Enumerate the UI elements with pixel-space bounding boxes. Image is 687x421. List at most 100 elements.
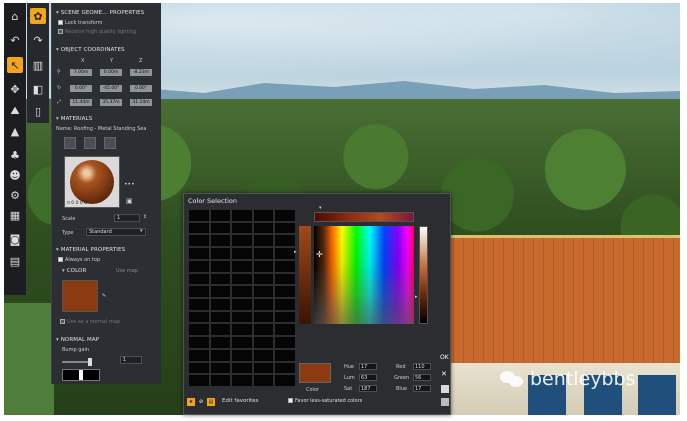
use-map-toggle[interactable]: Use map bbox=[116, 268, 138, 274]
rotation-z-field[interactable]: 0.00° bbox=[130, 85, 152, 92]
palette-swatch[interactable] bbox=[189, 273, 209, 285]
palette-swatch[interactable] bbox=[253, 375, 274, 386]
palette-swatch[interactable] bbox=[275, 210, 295, 221]
normal-map-preview[interactable] bbox=[62, 369, 100, 381]
material-pick-icon[interactable] bbox=[64, 137, 76, 149]
section-materials[interactable]: MATERIALS bbox=[56, 116, 92, 122]
palette-swatch[interactable] bbox=[275, 311, 295, 323]
section-object-coordinates[interactable]: OBJECT COORDINATES bbox=[56, 47, 125, 53]
palette-swatch[interactable] bbox=[232, 235, 252, 247]
checkbox-icon[interactable] bbox=[288, 398, 293, 403]
grid-icon[interactable]: ▥ bbox=[30, 57, 46, 73]
receive-lighting-checkbox[interactable]: Receive high quality lighting bbox=[58, 29, 136, 35]
move-icon[interactable]: ✥ bbox=[7, 81, 23, 97]
palette-swatch[interactable] bbox=[275, 349, 295, 361]
palette-swatch[interactable] bbox=[232, 375, 252, 386]
palette-swatch[interactable] bbox=[253, 260, 274, 272]
palette-swatch[interactable] bbox=[253, 299, 274, 310]
palette-swatch[interactable] bbox=[253, 248, 274, 259]
checkbox-icon[interactable] bbox=[58, 20, 63, 25]
palette-swatch[interactable] bbox=[253, 286, 274, 297]
palette-swatch[interactable] bbox=[189, 362, 209, 374]
luminance-bar[interactable] bbox=[419, 226, 428, 324]
scale-x-field[interactable]: 11.44m bbox=[70, 99, 92, 106]
palette-swatch[interactable] bbox=[275, 248, 295, 259]
section-normal-map[interactable]: NORMAL MAP bbox=[56, 337, 99, 343]
use-as-normal-map-checkbox[interactable]: Use as a normal map bbox=[60, 319, 120, 325]
palette-swatch[interactable] bbox=[232, 299, 252, 310]
always-on-top-checkbox[interactable]: Always on top bbox=[58, 257, 100, 263]
checkbox-icon[interactable] bbox=[58, 29, 63, 34]
scale-input[interactable]: 1 bbox=[114, 214, 140, 222]
select-tool-icon[interactable]: ↖ bbox=[7, 57, 23, 73]
palette-swatch[interactable] bbox=[189, 337, 209, 348]
palette-swatch[interactable] bbox=[253, 349, 274, 361]
type-dropdown[interactable]: Standard bbox=[86, 228, 146, 236]
palette-swatch[interactable] bbox=[232, 222, 252, 234]
section-material-properties[interactable]: MATERIAL PROPERTIES bbox=[56, 247, 125, 253]
checkbox-icon[interactable] bbox=[58, 257, 63, 262]
palette-swatch[interactable] bbox=[189, 235, 209, 247]
rotation-y-field[interactable]: -45.00° bbox=[100, 85, 122, 92]
palette-swatch[interactable] bbox=[253, 337, 274, 348]
palette-swatch[interactable] bbox=[189, 248, 209, 259]
scale-y-field[interactable]: 35.37m bbox=[100, 99, 122, 106]
lock-transform-checkbox[interactable]: Lock transform bbox=[58, 20, 103, 26]
palette-swatch[interactable] bbox=[210, 299, 231, 310]
building-icon[interactable]: ▲ bbox=[7, 123, 23, 139]
bump-gain-input[interactable]: 1 bbox=[120, 356, 142, 364]
position-y-field[interactable]: 0.00m bbox=[100, 69, 122, 76]
scale-stepper-icon[interactable]: ⇕ bbox=[143, 214, 147, 220]
palette-swatch[interactable] bbox=[253, 273, 274, 285]
palette-swatch[interactable] bbox=[232, 324, 252, 336]
tree-icon[interactable]: ♣ bbox=[7, 147, 23, 163]
palette-swatch[interactable] bbox=[189, 210, 209, 221]
palette-swatch[interactable] bbox=[253, 311, 274, 323]
palette-swatch[interactable] bbox=[275, 324, 295, 336]
palette-swatch[interactable] bbox=[210, 273, 231, 285]
edit-favorites-button[interactable]: Edit favorites bbox=[222, 398, 259, 404]
rotation-x-field[interactable]: 0.00° bbox=[70, 85, 92, 92]
palette-swatch[interactable] bbox=[210, 324, 231, 336]
camera-icon[interactable]: ◙ bbox=[7, 231, 23, 247]
more-options-button[interactable]: ••• bbox=[124, 181, 135, 188]
terrain-icon[interactable]: ⛰ bbox=[7, 103, 23, 119]
redo-icon[interactable]: ↷ bbox=[30, 32, 46, 48]
film-icon[interactable]: ▤ bbox=[7, 253, 23, 269]
vehicle-icon[interactable]: ⚙ bbox=[7, 187, 23, 203]
position-z-field[interactable]: -8.23m bbox=[130, 69, 152, 76]
ok-button[interactable]: OK bbox=[440, 354, 449, 361]
crosshair-icon[interactable]: ✛ bbox=[316, 250, 323, 259]
sat-input[interactable]: 187 bbox=[359, 385, 377, 392]
save-color-icon[interactable] bbox=[441, 398, 449, 406]
palette-swatch[interactable] bbox=[189, 324, 209, 336]
palette-swatch[interactable] bbox=[189, 222, 209, 234]
palette-swatch[interactable] bbox=[275, 286, 295, 297]
favor-less-saturated-checkbox[interactable]: Favor less-saturated colors bbox=[288, 398, 362, 404]
shade-bar[interactable] bbox=[299, 226, 311, 324]
blue-input[interactable]: 17 bbox=[413, 385, 431, 392]
section-scene-geometry[interactable]: SCENE GEOME... PROPERTIES bbox=[56, 10, 144, 16]
palette-swatch[interactable] bbox=[253, 235, 274, 247]
hue-input[interactable]: 17 bbox=[359, 363, 377, 370]
save-icon[interactable]: ▣ bbox=[126, 197, 133, 205]
palette-swatch[interactable] bbox=[275, 260, 295, 272]
palette-swatch[interactable] bbox=[232, 210, 252, 221]
shade-marker-icon[interactable]: ▸ bbox=[294, 249, 297, 255]
palette-swatch[interactable] bbox=[232, 260, 252, 272]
star-icon[interactable]: ★ bbox=[187, 398, 195, 406]
palette-swatch[interactable] bbox=[210, 260, 231, 272]
palette-swatch[interactable] bbox=[189, 260, 209, 272]
document-icon[interactable]: ▯ bbox=[30, 103, 46, 119]
palette-swatch[interactable] bbox=[210, 235, 231, 247]
palette-swatch[interactable] bbox=[275, 299, 295, 310]
objects-icon[interactable]: ▦ bbox=[7, 207, 23, 223]
palette-swatch[interactable] bbox=[275, 362, 295, 374]
palette-swatch[interactable] bbox=[232, 362, 252, 374]
undo-icon[interactable]: ↶ bbox=[7, 32, 23, 48]
palette-swatch[interactable] bbox=[275, 235, 295, 247]
delete-icon[interactable]: ⊘ bbox=[197, 398, 205, 406]
palette-swatch[interactable] bbox=[232, 286, 252, 297]
palette-swatch[interactable] bbox=[232, 248, 252, 259]
scale-z-field[interactable]: 31.14m bbox=[130, 99, 152, 106]
